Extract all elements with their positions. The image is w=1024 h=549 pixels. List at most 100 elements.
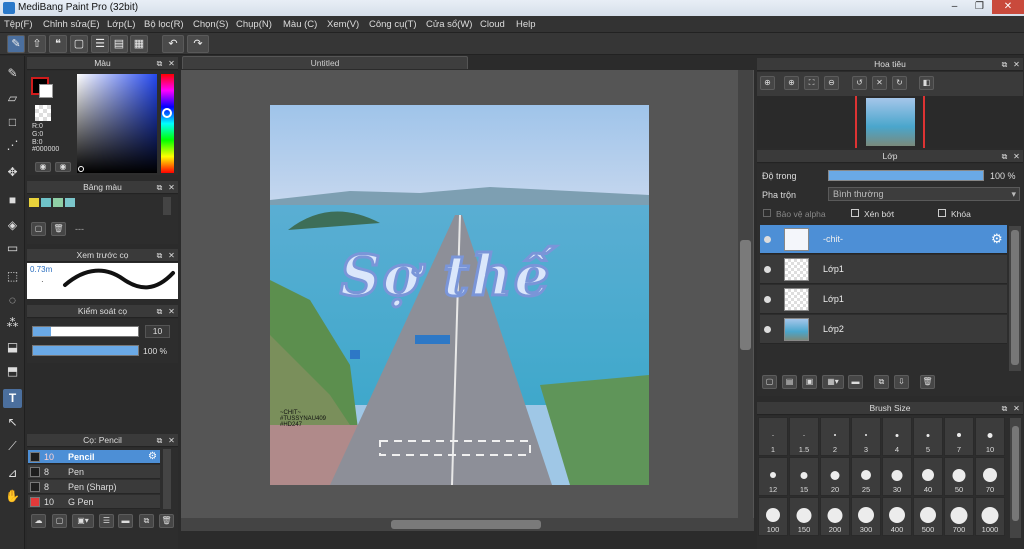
lock-checkbox[interactable] <box>938 209 946 217</box>
brush-size-value[interactable]: 10 <box>145 325 170 338</box>
close-icon[interactable]: ✕ <box>167 434 176 447</box>
speech-icon[interactable]: ❝ <box>49 35 67 53</box>
undock-icon[interactable]: ⧉ <box>155 181 164 194</box>
brush-size-cell[interactable]: 300 <box>851 497 881 536</box>
brush-size-cell[interactable]: 30 <box>882 457 912 496</box>
brush-size-cell[interactable]: 1000 <box>975 497 1005 536</box>
brush-size-slider[interactable] <box>32 326 139 337</box>
merge-down-icon[interactable]: ⇩ <box>894 375 909 389</box>
bucket-icon[interactable]: ◈ <box>3 216 22 235</box>
brush-item[interactable]: 8 Pen (Sharp) <box>28 480 160 494</box>
brush-size-cell[interactable]: 20 <box>820 457 850 496</box>
eraser-icon[interactable]: ▱ <box>3 89 22 108</box>
color-mode-button[interactable]: ◉ <box>35 162 51 172</box>
move-icon[interactable]: ✥ <box>3 163 22 182</box>
menu-window[interactable]: Cửa sổ(W) <box>426 19 472 30</box>
clipping-checkbox[interactable] <box>851 209 859 217</box>
brush-properties-icon[interactable]: ☰ <box>99 514 114 528</box>
reset-view-icon[interactable]: ✕ <box>872 76 887 90</box>
palette-swatch[interactable] <box>65 198 75 207</box>
saturation-value-picker[interactable] <box>77 74 157 173</box>
brush-size-cell[interactable]: 4 <box>882 417 912 456</box>
redo-button[interactable]: ↷ <box>187 35 209 53</box>
cloud-download-icon[interactable]: ☁ <box>31 514 46 528</box>
close-icon[interactable]: ✕ <box>167 305 176 318</box>
new-layer-icon[interactable]: ▢ <box>762 375 777 389</box>
add-brush-menu-icon[interactable]: ▣▾ <box>72 514 94 528</box>
brush-size-scrollbar[interactable] <box>1010 418 1021 538</box>
layer-opacity-slider[interactable] <box>828 170 984 181</box>
layer-item[interactable]: Lớp2 <box>760 315 1007 344</box>
brush-size-cell[interactable]: 400 <box>882 497 912 536</box>
duplicate-layer-icon[interactable]: ▣ <box>802 375 817 389</box>
menu-layer[interactable]: Lớp(L) <box>107 19 135 30</box>
zoom-fit-icon[interactable]: ⊕ <box>760 76 775 90</box>
duplicate-icon[interactable]: ⧉ <box>139 514 154 528</box>
brush-item[interactable]: 10 G Pen <box>28 495 160 509</box>
color-settings-button[interactable]: ◉ <box>55 162 71 172</box>
select-pen-icon[interactable]: ⬓ <box>3 338 22 357</box>
close-icon[interactable]: ✕ <box>167 57 176 70</box>
dot-icon[interactable]: ⋰ <box>3 136 22 155</box>
minimize-button[interactable]: – <box>942 0 967 14</box>
flip-icon[interactable]: ◧ <box>919 76 934 90</box>
folder-icon[interactable]: ▬ <box>848 375 863 389</box>
menu-help[interactable]: Help <box>516 19 536 30</box>
magic-wand-icon[interactable]: ⁂ <box>3 314 22 333</box>
select-eraser-icon[interactable]: ⬒ <box>3 362 22 381</box>
grid-icon[interactable]: ▦ <box>130 35 148 53</box>
brush-list-scrollbar[interactable] <box>163 449 171 509</box>
gear-icon[interactable]: ⚙ <box>148 451 157 462</box>
maximize-button[interactable]: ❐ <box>967 0 992 14</box>
layer-item[interactable]: Lớp1 <box>760 255 1007 284</box>
eye-icon[interactable] <box>764 236 771 243</box>
canvas-horizontal-scrollbar[interactable] <box>181 518 754 531</box>
menu-view[interactable]: Xem(V) <box>327 19 359 30</box>
brush-size-cell[interactable]: 150 <box>789 497 819 536</box>
close-icon[interactable]: ✕ <box>167 249 176 262</box>
new-brush-icon[interactable]: ▢ <box>52 514 67 528</box>
undo-button[interactable]: ↶ <box>162 35 184 53</box>
rotate-left-icon[interactable]: ↺ <box>852 76 867 90</box>
transparent-swatch[interactable] <box>35 105 51 121</box>
brush-size-cell[interactable]: 1 <box>758 417 788 456</box>
select-rect-icon[interactable]: ⬚ <box>3 267 22 286</box>
palette-scrollbar[interactable] <box>163 197 171 215</box>
palette-swatch[interactable] <box>29 198 39 207</box>
eye-icon[interactable] <box>764 296 771 303</box>
protect-alpha-checkbox[interactable] <box>763 209 771 217</box>
brush-size-cell[interactable]: 15 <box>789 457 819 496</box>
eye-icon[interactable] <box>764 326 771 333</box>
close-icon[interactable]: ✕ <box>1012 150 1021 163</box>
fill-rect-icon[interactable]: ■ <box>3 191 22 210</box>
canvas-artwork[interactable]: Sợ thế ~CHIT~ #TUSSYNAU409 #HD247 <box>270 105 649 485</box>
eye-icon[interactable] <box>764 266 771 273</box>
layer-item[interactable]: -chit- ⚙ <box>760 225 1007 254</box>
brush-item[interactable]: 8 Pen <box>28 465 160 479</box>
trash-icon[interactable]: 🗑 <box>51 222 66 236</box>
undock-icon[interactable]: ⧉ <box>155 57 164 70</box>
lasso-icon[interactable]: ◌ <box>3 291 22 310</box>
eyedropper-icon[interactable]: ⊿ <box>3 464 22 483</box>
brush-size-cell[interactable]: 5 <box>913 417 943 456</box>
brush-size-cell[interactable]: 500 <box>913 497 943 536</box>
menu-cloud[interactable]: Cloud <box>480 19 505 30</box>
layer-item[interactable]: Lớp1 <box>760 285 1007 314</box>
undock-icon[interactable]: ⧉ <box>1000 402 1009 415</box>
menu-capture[interactable]: Chụp(N) <box>236 19 272 30</box>
menu-tools[interactable]: Công cụ(T) <box>369 19 417 30</box>
brush-size-cell[interactable]: 70 <box>975 457 1005 496</box>
divide-icon[interactable]: ⟋ <box>3 437 22 456</box>
document-icon[interactable]: ☰ <box>91 35 109 53</box>
close-button[interactable]: ✕ <box>992 0 1024 14</box>
brush-opacity-slider[interactable] <box>32 345 139 356</box>
hue-slider[interactable] <box>161 74 174 173</box>
tab-untitled[interactable]: Untitled <box>182 56 468 69</box>
gear-icon[interactable]: ⚙ <box>991 231 1003 247</box>
copy-layer-icon[interactable]: ⧉ <box>874 375 889 389</box>
menu-edit[interactable]: Chỉnh sửa(E) <box>43 19 100 30</box>
picker-handle[interactable] <box>78 166 84 172</box>
brush-size-cell[interactable]: 12 <box>758 457 788 496</box>
brush-size-cell[interactable]: 25 <box>851 457 881 496</box>
rotate-right-icon[interactable]: ↻ <box>892 76 907 90</box>
